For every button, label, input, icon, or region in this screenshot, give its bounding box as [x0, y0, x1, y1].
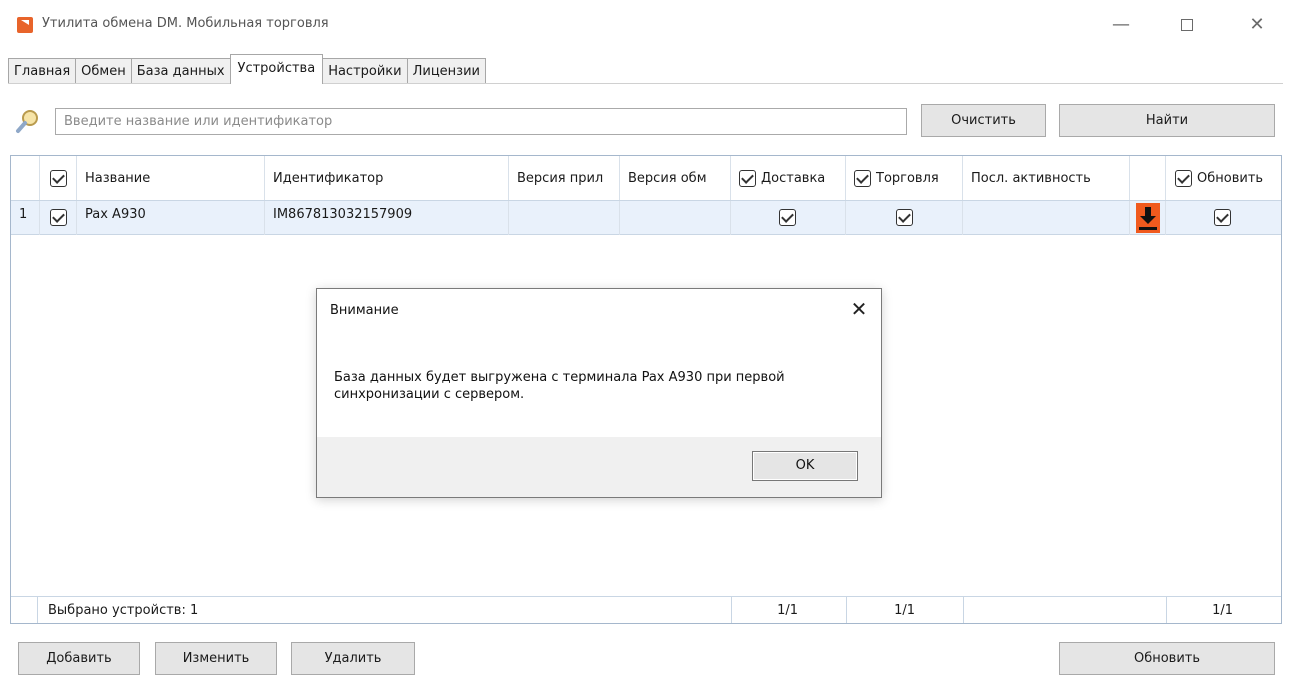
dialog-close-button[interactable]: ✕ — [847, 297, 871, 321]
tab-exchange[interactable]: Обмен — [75, 58, 132, 84]
trade-header-checkbox-icon[interactable] — [854, 170, 871, 187]
device-app-version — [509, 201, 620, 235]
delivery-cell[interactable] — [731, 201, 846, 235]
minimize-button[interactable]: — — [1098, 8, 1144, 42]
app-logo-icon — [17, 17, 33, 33]
device-exchange-version — [620, 201, 731, 235]
column-header-id[interactable]: Идентификатор — [265, 156, 509, 200]
refresh-button[interactable]: Обновить — [1059, 642, 1275, 675]
column-header-delivery-label: Доставка — [761, 171, 826, 186]
edit-button[interactable]: Изменить — [155, 642, 277, 675]
find-button[interactable]: Найти — [1059, 104, 1275, 137]
update-checkbox-icon[interactable] — [1214, 209, 1231, 226]
delete-button[interactable]: Удалить — [291, 642, 415, 675]
column-header-update[interactable]: Обновить — [1166, 156, 1281, 200]
column-header-last-activity[interactable]: Посл. активность — [963, 156, 1130, 200]
tabs-divider — [8, 83, 1283, 84]
grid-footer: Выбрано устройств: 1 1/1 1/1 1/1 — [11, 596, 1281, 623]
download-cell[interactable] — [1130, 201, 1166, 235]
row-checkbox-icon[interactable] — [50, 209, 67, 226]
delivery-header-checkbox-icon[interactable] — [739, 170, 756, 187]
device-last-activity — [963, 201, 1130, 235]
tab-devices[interactable]: Устройства — [229, 54, 324, 84]
tab-licenses[interactable]: Лицензии — [406, 58, 486, 84]
dialog-title: Внимание — [330, 303, 399, 318]
row-number-header — [11, 156, 40, 200]
column-header-app-version[interactable]: Версия прил — [509, 156, 620, 200]
tab-main[interactable]: Главная — [8, 58, 77, 84]
add-button[interactable]: Добавить — [18, 642, 140, 675]
download-icon[interactable] — [1136, 203, 1160, 233]
dialog-button-bar: OK — [317, 437, 881, 497]
update-count: 1/1 — [1166, 597, 1281, 623]
title-bar: Утилита обмена DM. Мобильная торговля — … — [0, 0, 1291, 50]
attention-dialog: Внимание ✕ База данных будет выгружена с… — [316, 288, 882, 498]
tab-database[interactable]: База данных — [130, 58, 231, 84]
trade-cell[interactable] — [846, 201, 963, 235]
grid-header: Название Идентификатор Версия прил Верси… — [11, 156, 1281, 201]
device-name: Pax A930 — [77, 201, 265, 235]
update-cell[interactable] — [1166, 201, 1281, 235]
dialog-message: База данных будет выгружена с терминала … — [334, 370, 785, 402]
maximize-button[interactable] — [1164, 8, 1210, 42]
table-row[interactable]: 1 Pax A930 IM867813032157909 — [11, 201, 1281, 235]
clear-button[interactable]: Очистить — [921, 104, 1046, 137]
column-header-trade[interactable]: Торговля — [846, 156, 963, 200]
search-icon — [16, 110, 38, 133]
search-input[interactable] — [55, 108, 907, 135]
column-header-update-label: Обновить — [1197, 171, 1264, 186]
column-header-download — [1130, 156, 1166, 200]
trade-checkbox-icon[interactable] — [896, 209, 913, 226]
maximize-icon — [1181, 19, 1193, 31]
column-header-delivery[interactable]: Доставка — [731, 156, 846, 200]
device-id: IM867813032157909 — [265, 201, 509, 235]
main-tabs: Главная Обмен База данных Устройства Нас… — [8, 54, 486, 84]
activity-summary — [963, 597, 1166, 623]
row-number: 1 — [11, 201, 40, 235]
close-window-button[interactable]: ✕ — [1234, 8, 1280, 42]
tab-settings[interactable]: Настройки — [322, 58, 408, 84]
trade-count: 1/1 — [846, 597, 963, 623]
column-header-exchange-version[interactable]: Версия обм — [620, 156, 731, 200]
update-header-checkbox-icon[interactable] — [1175, 170, 1192, 187]
select-all-header[interactable] — [40, 156, 77, 200]
row-select-cell[interactable] — [40, 201, 77, 235]
column-header-name[interactable]: Название — [77, 156, 265, 200]
window-title: Утилита обмена DM. Мобильная торговля — [42, 16, 329, 31]
selected-count: Выбрано устройств: 1 — [37, 597, 731, 623]
ok-button[interactable]: OK — [752, 451, 858, 481]
download-icon-base — [1139, 227, 1157, 230]
delivery-checkbox-icon[interactable] — [779, 209, 796, 226]
select-all-checkbox-icon[interactable] — [50, 170, 67, 187]
column-header-trade-label: Торговля — [876, 171, 939, 186]
delivery-count: 1/1 — [731, 597, 846, 623]
